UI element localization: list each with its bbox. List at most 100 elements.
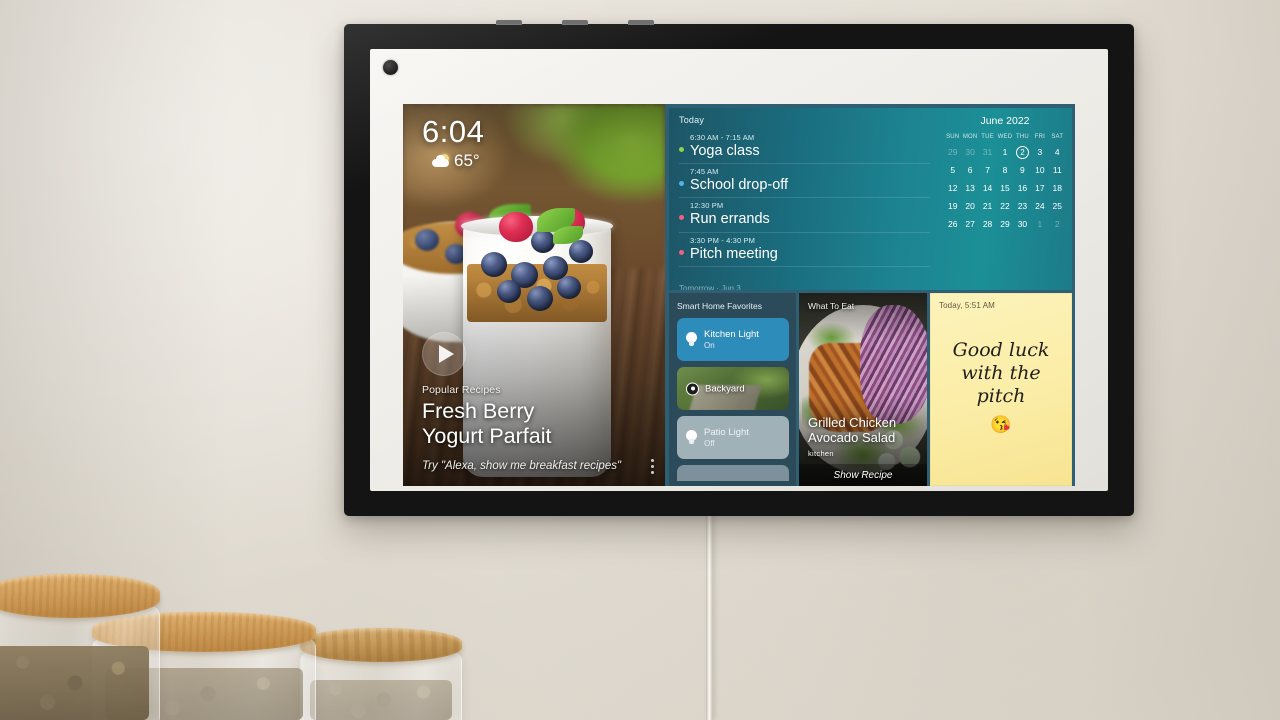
calendar-day[interactable]: 1: [996, 146, 1013, 158]
smart-device-kitchen-light[interactable]: Kitchen Light On: [677, 318, 789, 361]
smart-device-next-peek[interactable]: [677, 465, 789, 481]
calendar-day[interactable]: 11: [1049, 164, 1066, 176]
smart-device-name: Kitchen Light: [704, 329, 759, 341]
calendar-day[interactable]: 30: [961, 146, 978, 158]
calendar-day[interactable]: 19: [944, 200, 961, 212]
camera-label-row: Backyard: [686, 382, 745, 395]
note-line-3: pitch: [976, 385, 1026, 408]
temperature-value: 65°: [454, 151, 480, 170]
event-dot: [679, 147, 684, 152]
widget-row: Smart Home Favorites Kitchen Light On Ba…: [669, 293, 1072, 486]
calendar-dow: SUN: [946, 134, 960, 140]
calendar-day[interactable]: 10: [1031, 164, 1048, 176]
smart-device-state: Off: [704, 438, 715, 448]
calendar-day[interactable]: 18: [1049, 182, 1066, 194]
calendar-day[interactable]: 4: [1049, 146, 1066, 158]
calendar-day[interactable]: 9: [1014, 164, 1031, 176]
kebab-dot-1: [651, 459, 654, 462]
weather-widget[interactable]: 65°: [432, 151, 484, 171]
mic-mute-button[interactable]: [628, 20, 654, 25]
recipe-source: kitchen: [808, 449, 834, 458]
hero-title: Fresh Berry Yogurt Parfait: [422, 399, 651, 448]
calendar-day[interactable]: 26: [944, 218, 961, 230]
calendar-agenda-widget[interactable]: Today 6:30 AM - 7:15 AM Yoga class 7:45 …: [669, 108, 1072, 290]
calendar-day-today[interactable]: 2: [1014, 146, 1031, 159]
volume-down-button[interactable]: [496, 20, 522, 25]
calendar-day[interactable]: 16: [1014, 182, 1031, 194]
event-title: Pitch meeting: [690, 245, 778, 262]
show-recipe-button[interactable]: Show Recipe: [799, 464, 927, 486]
calendar-day[interactable]: 17: [1031, 182, 1048, 194]
calendar-day[interactable]: 3: [1031, 146, 1048, 158]
agenda-event[interactable]: 6:30 AM - 7:15 AM Yoga class: [679, 130, 930, 165]
recipe-hero-panel[interactable]: Popular Recipes Fresh Berry Yogurt Parfa…: [403, 104, 665, 486]
device-inner-frame: Popular Recipes Fresh Berry Yogurt Parfa…: [370, 49, 1108, 491]
play-triangle: [438, 345, 454, 363]
note-line-1: Good luck: [952, 339, 1050, 361]
device-top-buttons[interactable]: [496, 20, 696, 25]
calendar-day[interactable]: 6: [961, 164, 978, 176]
calendar-day[interactable]: 30: [1014, 218, 1031, 230]
calendar-day[interactable]: 24: [1031, 200, 1048, 212]
agenda-list[interactable]: Today 6:30 AM - 7:15 AM Yoga class 7:45 …: [669, 108, 940, 290]
wall-mount-cable: [706, 512, 713, 720]
calendar-day[interactable]: 15: [996, 182, 1013, 194]
agenda-event[interactable]: 12:30 PM Run errands: [679, 198, 930, 233]
room-scene: Popular Recipes Fresh Berry Yogurt Parfa…: [0, 0, 1280, 720]
calendar-day[interactable]: 29: [996, 218, 1013, 230]
clock-widget[interactable]: 6:04 65°: [422, 116, 484, 171]
jar-contents: [0, 646, 150, 720]
calendar-day[interactable]: 12: [944, 182, 961, 194]
calendar-day[interactable]: 27: [961, 218, 978, 230]
calendar-day[interactable]: 7: [979, 164, 996, 176]
kebab-menu-icon[interactable]: [651, 459, 654, 474]
camera-icon: [686, 382, 699, 395]
note-timestamp: Today, 5:51 AM: [939, 301, 995, 310]
calendar-day[interactable]: 29: [944, 146, 961, 158]
calendar-day[interactable]: 22: [996, 200, 1013, 212]
agenda-event[interactable]: 7:45 AM School drop-off: [679, 164, 930, 199]
recipe-title-line1: Grilled Chicken: [808, 415, 897, 431]
smart-device-text: Patio Light Off: [704, 427, 749, 447]
glass-jar-left: [0, 574, 160, 720]
cork-lid: [0, 574, 160, 618]
widgets-panel: Today 6:30 AM - 7:15 AM Yoga class 7:45 …: [665, 104, 1075, 486]
kissing-heart-emoji: 😘: [990, 414, 1012, 434]
sticky-note-widget[interactable]: Today, 5:51 AM Good luck with the pitch …: [930, 293, 1072, 486]
agenda-event[interactable]: 3:30 PM - 4:30 PM Pitch meeting: [679, 233, 930, 267]
recipe-text-block: Grilled Chicken Avocado Salad kitchen: [808, 416, 919, 458]
alexa-hint: Try "Alexa, show me breakfast recipes": [422, 460, 622, 472]
calendar-grid: SUN MON TUE WED THU FRI SAT 29 30 31 1 2…: [944, 134, 1066, 230]
calendar-day[interactable]: 31: [979, 146, 996, 158]
calendar-dow: FRI: [1034, 134, 1045, 140]
kitchen-jars: [0, 560, 470, 720]
calendar-day[interactable]: 28: [979, 218, 996, 230]
smart-device-backyard-camera[interactable]: Backyard: [677, 367, 789, 410]
note-body: Good luck with the pitch 😘: [930, 339, 1072, 435]
calendar-day[interactable]: 5: [944, 164, 961, 176]
what-to-eat-widget[interactable]: What To Eat Grilled Chicken Avocado Sala…: [799, 293, 927, 486]
partly-cloudy-icon: [432, 154, 449, 167]
volume-up-button[interactable]: [562, 20, 588, 25]
calendar-day[interactable]: 20: [961, 200, 978, 212]
smart-home-header: Smart Home Favorites: [677, 301, 763, 311]
month-calendar[interactable]: June 2022 SUN MON TUE WED THU FRI SAT 29: [940, 108, 1072, 290]
calendar-day[interactable]: 1: [1031, 218, 1048, 230]
event-time: 12:30 PM: [690, 201, 724, 211]
calendar-month-title: June 2022: [980, 115, 1030, 127]
calendar-day[interactable]: 13: [961, 182, 978, 194]
smart-device-patio-light[interactable]: Patio Light Off: [677, 416, 789, 459]
calendar-day[interactable]: 2: [1049, 218, 1066, 230]
event-title: School drop-off: [690, 177, 789, 194]
hero-title-line1: Fresh Berry: [422, 399, 535, 423]
play-icon[interactable]: [422, 332, 466, 376]
calendar-day[interactable]: 14: [979, 182, 996, 194]
glass-jar-right: [300, 628, 462, 720]
calendar-day[interactable]: 25: [1049, 200, 1066, 212]
smart-device-text: Kitchen Light On: [704, 329, 759, 349]
calendar-day[interactable]: 21: [979, 200, 996, 212]
calendar-day[interactable]: 8: [996, 164, 1013, 176]
recipe-title-line2: Avocado Salad: [808, 430, 896, 446]
smart-home-widget[interactable]: Smart Home Favorites Kitchen Light On Ba…: [669, 293, 796, 486]
calendar-day[interactable]: 23: [1014, 200, 1031, 212]
